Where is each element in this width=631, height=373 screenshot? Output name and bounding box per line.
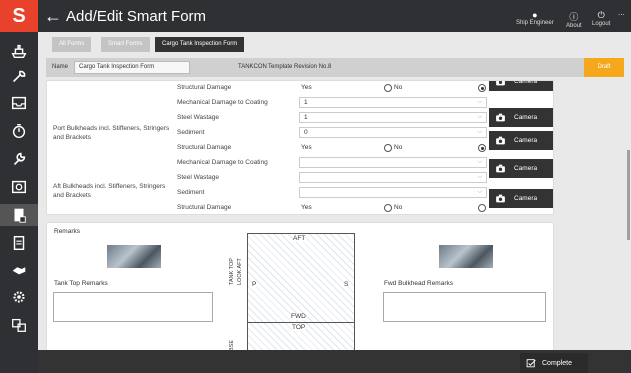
- fwd-bulkhead-remarks-label: Fwd Bulkhead Remarks: [384, 280, 453, 287]
- top-label: TOP: [292, 324, 306, 331]
- logout-icon: ⏻: [597, 10, 605, 20]
- status-badge: Draft: [584, 58, 624, 77]
- wrench-icon[interactable]: [8, 148, 30, 170]
- row-label: Steel Wastage: [177, 174, 220, 181]
- row-label: Mechanical Damage to Coating: [177, 159, 268, 166]
- look-aft-vertical-label: LOOK AFT: [237, 258, 243, 285]
- yes-label: Yes: [301, 204, 312, 211]
- app-header: ← Add/Edit Smart Form ● Ship Engineer ⓘ …: [38, 0, 631, 32]
- chevron-down-icon: ⌵: [477, 99, 482, 105]
- chevron-down-icon: ⌵: [477, 129, 482, 135]
- tab-smart-forms[interactable]: Smart Forms: [101, 37, 150, 52]
- template-revision: Template Revision No.8: [268, 64, 332, 70]
- starboard-label: S: [344, 281, 349, 288]
- form-code: TANKCON: [238, 64, 267, 70]
- row-label: Steel Wastage: [177, 114, 220, 121]
- camera-button[interactable]: Camera: [489, 189, 553, 208]
- inbox-icon[interactable]: [8, 92, 30, 114]
- user-icon: ●: [532, 10, 538, 20]
- yes-radio[interactable]: [478, 204, 486, 212]
- camera-button[interactable]: Camera: [489, 108, 553, 127]
- back-arrow-icon[interactable]: ←: [44, 6, 62, 27]
- app-logo: S: [0, 0, 38, 32]
- camera-view-icon[interactable]: [8, 176, 30, 198]
- page-title: Add/Edit Smart Form: [66, 8, 207, 25]
- tank-top-remarks-input[interactable]: [53, 292, 213, 322]
- tank-top-photo[interactable]: [107, 245, 161, 268]
- chevron-down-icon: ⌵: [477, 114, 482, 120]
- scrollbar[interactable]: [627, 150, 630, 240]
- more-button[interactable]: ...: [618, 8, 625, 17]
- row-label: Structural Damage: [177, 144, 232, 151]
- no-label: No: [394, 204, 403, 211]
- no-radio[interactable]: [384, 144, 392, 152]
- row-label: Structural Damage: [177, 84, 232, 91]
- no-label: No: [394, 144, 403, 151]
- sync-icon[interactable]: [8, 314, 30, 336]
- steel-wastage-select[interactable]: 1 ⌵: [299, 112, 487, 123]
- camera-button[interactable]: Camera: [489, 159, 553, 178]
- name-label: Name: [52, 64, 69, 70]
- stopwatch-icon[interactable]: [8, 120, 30, 142]
- ship-engineer-button[interactable]: ● Ship Engineer: [516, 10, 554, 26]
- info-icon: ⓘ: [569, 12, 579, 22]
- tank-top-vertical-label: TANK TOP: [229, 258, 235, 285]
- fwd-label: FWD: [291, 313, 306, 320]
- row-label: Sediment: [177, 129, 205, 136]
- port-label: P: [252, 281, 257, 288]
- yes-label: Yes: [301, 144, 312, 151]
- sediment-select[interactable]: 0 ⌵: [299, 127, 487, 138]
- chevron-down-icon: ⌵: [477, 189, 482, 195]
- tank-divider: [248, 322, 354, 323]
- aft-label: AFT: [293, 235, 306, 242]
- document-icon[interactable]: [8, 232, 30, 254]
- camera-button[interactable]: Camera: [489, 81, 553, 91]
- logout-button[interactable]: ⏻ Logout: [592, 10, 610, 27]
- yes-radio[interactable]: [478, 84, 486, 92]
- tab-cargo-tank-inspection[interactable]: Cargo Tank Inspection Form: [155, 37, 245, 52]
- tab-all-forms[interactable]: All Forms: [52, 37, 92, 52]
- steel-wastage-select[interactable]: ⌵: [299, 172, 487, 183]
- gear-icon[interactable]: [8, 286, 30, 308]
- fwd-bulkhead-remarks-input[interactable]: [383, 292, 546, 322]
- row-label: Structural Damage: [177, 204, 232, 211]
- row-label: Mechanical Damage to Coating: [177, 99, 268, 106]
- coating-select[interactable]: 1 ⌵: [299, 97, 487, 108]
- forms-icon[interactable]: [0, 204, 38, 226]
- group-title: Aft Bulkheads incl. Stiffeners, Stringer…: [53, 183, 166, 199]
- group-title: Port Bulkheads incl. Stiffeners, Stringe…: [53, 125, 170, 141]
- chevron-down-icon: ⌵: [477, 174, 482, 180]
- tank-top-remarks-label: Tank Top Remarks: [54, 280, 108, 287]
- no-radio[interactable]: [384, 204, 392, 212]
- no-radio[interactable]: [384, 84, 392, 92]
- row-label: Sediment: [177, 189, 205, 196]
- inspection-panel: Structural Damage Yes No Camera Port Bul…: [46, 80, 554, 215]
- fwd-bulkhead-photo[interactable]: [439, 245, 493, 268]
- remarks-title: Remarks: [54, 228, 81, 235]
- chevron-down-icon: ⌵: [477, 159, 482, 165]
- no-label: No: [394, 84, 403, 91]
- yes-label: Yes: [301, 84, 312, 91]
- about-button[interactable]: ⓘ About: [566, 10, 582, 29]
- coating-select[interactable]: ⌵: [299, 157, 487, 168]
- name-bar: Name Cargo Tank Inspection Form TANKCON …: [46, 58, 624, 77]
- name-input[interactable]: Cargo Tank Inspection Form: [74, 61, 190, 74]
- sidebar: S: [0, 0, 38, 373]
- camera-button[interactable]: Camera: [489, 131, 553, 150]
- complete-icon: [526, 358, 536, 367]
- sediment-select[interactable]: ⌵: [299, 187, 487, 198]
- ship-icon[interactable]: [8, 40, 30, 62]
- tools-icon[interactable]: [8, 66, 30, 88]
- hand-icon[interactable]: [8, 258, 30, 280]
- complete-button[interactable]: Complete: [520, 353, 588, 373]
- yes-radio[interactable]: [478, 144, 486, 152]
